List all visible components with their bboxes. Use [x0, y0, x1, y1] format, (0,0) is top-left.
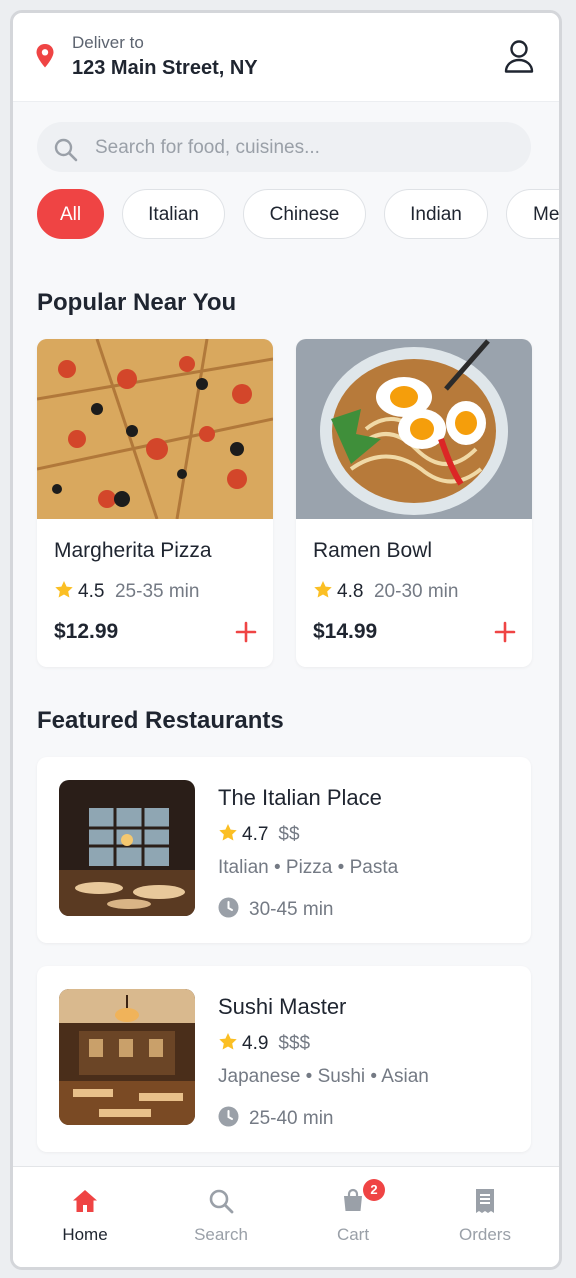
search-input[interactable]: [93, 122, 517, 174]
location-pin-icon: [35, 43, 55, 74]
food-card[interactable]: Ramen Bowl 4.8 20-30 min $14.99: [296, 339, 532, 667]
popular-section-title: Popular Near You: [37, 289, 237, 316]
chip-indian[interactable]: Indian: [384, 189, 488, 239]
chip-italian[interactable]: Italian: [122, 189, 225, 239]
restaurant-time: 30-45 min: [249, 899, 334, 920]
restaurant-card[interactable]: Sushi Master 4.9 $$$ Japanese • Sushi • A…: [37, 966, 531, 1152]
add-to-cart-icon[interactable]: [235, 621, 257, 643]
home-icon: [73, 1190, 97, 1212]
restaurant-image: [59, 780, 195, 916]
delivery-address[interactable]: 123 Main Street, NY: [72, 57, 258, 80]
star-icon: [314, 581, 332, 598]
food-meta: 4.5 25-35 min: [54, 580, 199, 603]
restaurant-name: Sushi Master: [218, 994, 347, 1019]
tab-label: Cart: [336, 1225, 370, 1244]
search-icon: [209, 1189, 234, 1214]
tab-cart[interactable]: 2 Cart: [293, 1167, 413, 1267]
cart-badge: 2: [363, 1179, 385, 1201]
add-to-cart-icon[interactable]: [494, 621, 516, 643]
clock-icon: [218, 1106, 239, 1127]
restaurant-meta: 4.7 $$: [218, 823, 300, 846]
profile-icon[interactable]: [503, 39, 535, 78]
food-meta: 4.8 20-30 min: [313, 580, 458, 603]
restaurant-meta: 4.9 $$$: [218, 1032, 310, 1055]
chip-all[interactable]: All: [37, 189, 104, 239]
food-time: 25-35 min: [114, 581, 200, 602]
restaurant-delivery-time: 30-45 min: [218, 897, 334, 921]
restaurant-image: [59, 989, 195, 1125]
restaurant-delivery-time: 25-40 min: [218, 1106, 334, 1130]
restaurant-price-level: $$$: [278, 1033, 311, 1054]
search-icon: [54, 138, 78, 162]
star-icon: [219, 824, 237, 841]
restaurant-card[interactable]: The Italian Place 4.7 $$ Italian • Pizza …: [37, 757, 531, 943]
tab-orders[interactable]: Orders: [425, 1167, 545, 1267]
food-rating: 4.5: [78, 581, 105, 602]
orders-icon: [476, 1189, 494, 1213]
bottom-tab-bar: Home Search 2 Cart Orders: [13, 1166, 559, 1267]
food-time: 20-30 min: [373, 581, 459, 602]
chip-chinese[interactable]: Chinese: [243, 189, 366, 239]
tab-home[interactable]: Home: [25, 1167, 145, 1267]
search-bar[interactable]: [37, 122, 531, 174]
restaurant-cuisines: Italian • Pizza • Pasta: [218, 857, 399, 878]
food-rating: 4.8: [337, 581, 364, 602]
food-name: Margherita Pizza: [54, 539, 212, 562]
food-card[interactable]: Margherita Pizza 4.5 25-35 min $12.99: [37, 339, 273, 667]
restaurant-time: 25-40 min: [249, 1108, 334, 1129]
ramen-image: [296, 339, 532, 519]
header: Deliver to 123 Main Street, NY: [13, 13, 559, 102]
restaurant-name: The Italian Place: [218, 785, 382, 810]
restaurant-rating: 4.9: [242, 1033, 269, 1054]
app-screen: Deliver to 123 Main Street, NY All Itali…: [10, 10, 562, 1270]
chip-more[interactable]: Me: [506, 189, 559, 239]
tab-label: Orders: [459, 1225, 511, 1244]
category-chips: All Italian Chinese Indian Me: [37, 189, 559, 243]
restaurant-cuisines: Japanese • Sushi • Asian: [218, 1066, 429, 1087]
star-icon: [219, 1033, 237, 1050]
featured-section-title: Featured Restaurants: [37, 707, 284, 734]
star-icon: [55, 581, 73, 598]
food-name: Ramen Bowl: [313, 539, 433, 562]
clock-icon: [218, 897, 239, 918]
food-price: $12.99: [54, 620, 119, 643]
tab-label: Home: [62, 1225, 108, 1244]
tab-search[interactable]: Search: [161, 1167, 281, 1267]
pizza-image: [37, 339, 273, 519]
deliver-to-label: Deliver to: [72, 33, 144, 52]
restaurant-rating: 4.7: [242, 824, 269, 845]
restaurant-price-level: $$: [278, 824, 300, 845]
food-price: $14.99: [313, 620, 378, 643]
tab-label: Search: [194, 1225, 248, 1244]
